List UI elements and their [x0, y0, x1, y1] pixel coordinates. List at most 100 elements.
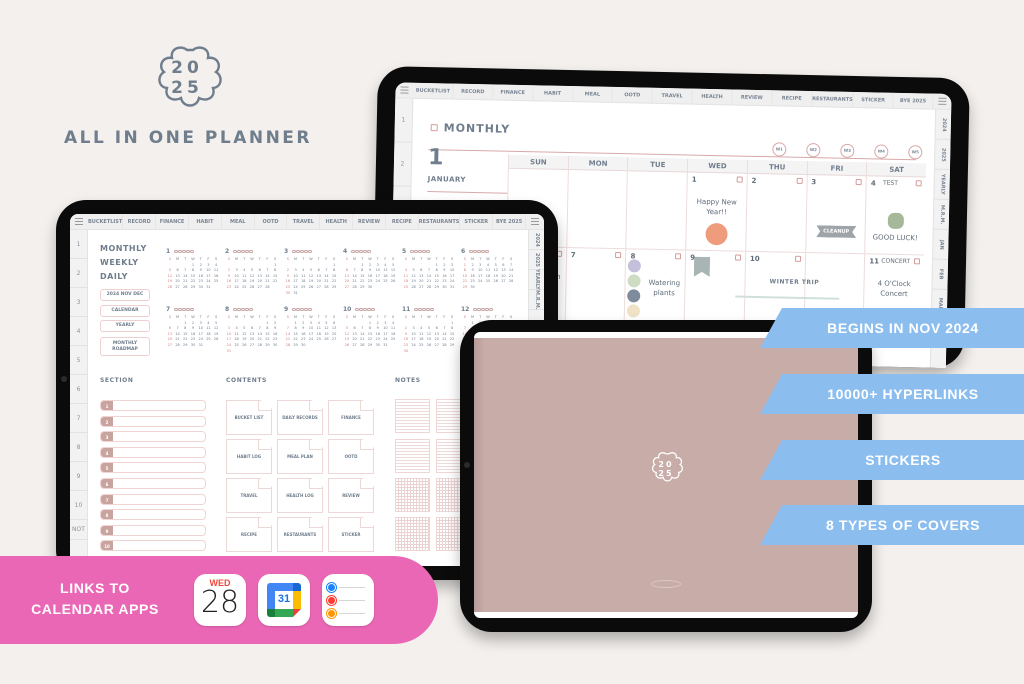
calendar-day-cell[interactable]: 8 Watering plants [624, 249, 686, 329]
week-dot[interactable] [410, 249, 414, 253]
week-dot[interactable] [304, 307, 308, 311]
week-dot[interactable] [485, 307, 489, 311]
note-template-grid[interactable] [395, 478, 430, 512]
side-item[interactable]: 7 [70, 404, 87, 433]
section-row[interactable]: 8 [100, 509, 206, 521]
mini-day[interactable]: 24 [410, 343, 418, 349]
mini-day[interactable]: 28 [358, 343, 366, 349]
mini-day[interactable]: 27 [174, 285, 182, 291]
week-dot[interactable] [308, 249, 312, 253]
content-card[interactable]: FINANCE [328, 400, 374, 435]
mini-day[interactable]: 29 [181, 343, 189, 349]
mini-day[interactable]: 30 [189, 343, 197, 349]
week-dot[interactable] [241, 249, 245, 253]
rail-item[interactable]: YEARLY [934, 169, 951, 201]
mini-day[interactable]: 31 [292, 291, 300, 297]
link-weekly[interactable]: WEEKLY [100, 256, 147, 270]
week-dot[interactable] [414, 307, 418, 311]
mini-day[interactable]: 26 [323, 337, 331, 343]
week-dot[interactable] [241, 307, 245, 311]
mini-day[interactable]: 30 [299, 343, 307, 349]
mini-day[interactable]: 27 [166, 343, 174, 349]
side-item[interactable]: 3 [70, 288, 87, 317]
section-row[interactable]: 10 [100, 540, 206, 552]
week-dot[interactable] [249, 249, 253, 253]
week-dot[interactable] [359, 307, 363, 311]
week-dot[interactable] [426, 249, 430, 253]
mini-month[interactable]: 8 S M T W T F S 1 2 3 4 5 6 7 8 9 10 11 12 13 14 15 16 17 18 19 20 2… [225, 306, 279, 354]
mini-day[interactable]: 30 [366, 285, 374, 291]
mini-day[interactable]: 29 [366, 343, 374, 349]
week-dot[interactable] [245, 307, 249, 311]
calendar-day-cell[interactable]: 1 Happy New Year!! [685, 172, 747, 252]
mini-day[interactable]: 25 [233, 343, 241, 349]
note-template-lined[interactable] [395, 399, 430, 433]
week-button[interactable]: W4 [874, 144, 889, 159]
week-button[interactable]: W5 [908, 145, 923, 160]
week-dot[interactable] [186, 249, 190, 253]
mini-day[interactable]: 27 [343, 285, 351, 291]
calendar-day-cell[interactable] [625, 171, 687, 251]
google-calendar-icon[interactable]: 31 [258, 574, 310, 626]
mini-day[interactable]: 29 [330, 285, 338, 291]
week-dot[interactable] [473, 307, 477, 311]
week-dot[interactable] [371, 307, 375, 311]
side-item[interactable]: 6 [70, 375, 87, 404]
mini-day[interactable]: 26 [240, 343, 248, 349]
mini-day[interactable]: 26 [307, 285, 315, 291]
content-card[interactable]: HEALTH LOG [277, 478, 323, 513]
rail-item[interactable]: JAN [933, 229, 950, 261]
week-dot[interactable] [237, 307, 241, 311]
button-calendar[interactable]: CALENDAR [100, 305, 150, 317]
tab[interactable]: HEALTH [692, 88, 733, 105]
week-dot[interactable] [186, 307, 190, 311]
week-dot[interactable] [300, 249, 304, 253]
section-row[interactable]: 4 [100, 446, 206, 458]
mini-day[interactable]: 25 [212, 279, 220, 285]
week-dot[interactable] [178, 249, 182, 253]
week-dot[interactable] [182, 249, 186, 253]
content-card[interactable]: STICKER [328, 517, 374, 552]
content-card[interactable]: REVIEW [328, 478, 374, 513]
week-dot[interactable] [430, 307, 434, 311]
note-template-grid-margin[interactable] [395, 517, 430, 551]
tab[interactable]: MEAL [572, 86, 613, 102]
week-dot[interactable] [363, 307, 367, 311]
note-template-cornell[interactable] [395, 439, 430, 473]
week-dot[interactable] [292, 307, 296, 311]
mini-day[interactable]: 30 [271, 343, 279, 349]
mini-day[interactable]: 27 [433, 343, 441, 349]
calendar-day-cell[interactable]: 4 TEST GOOD LUCK! [864, 176, 926, 256]
menu-icon[interactable] [395, 82, 413, 97]
mini-day[interactable]: 26 [166, 285, 174, 291]
mini-month[interactable]: 7 S M T W T F S 1 2 3 4 5 6 7 8 9 10 11 12 13 14 15 16 17 18 19 20 2… [166, 306, 220, 349]
tab[interactable]: STICKER [853, 91, 894, 108]
content-card[interactable]: MEAL PLAN [277, 439, 323, 474]
add-event-icon[interactable] [855, 179, 863, 186]
week-dot[interactable] [418, 249, 422, 253]
week-dot[interactable] [477, 249, 481, 253]
week-dot[interactable] [414, 249, 418, 253]
button-monthly-roadmap[interactable]: MONTHLY ROADMAP [100, 337, 150, 356]
mini-day[interactable]: 28 [256, 343, 264, 349]
mini-day[interactable]: 30 [402, 349, 410, 355]
mini-day[interactable]: 30 [441, 285, 449, 291]
mini-day[interactable]: 28 [425, 285, 433, 291]
mini-month[interactable]: 1 S M T W T F S 1 2 3 4 5 6 7 8 9 10 11 12 13 14 15 16 17 18 19 20 2… [166, 248, 220, 291]
week-dot[interactable] [182, 307, 186, 311]
apple-calendar-icon[interactable]: WED 28 [194, 574, 246, 626]
tab[interactable]: BUCKETLIST [88, 214, 124, 229]
content-card[interactable]: TRAVEL [226, 478, 272, 513]
week-dot[interactable] [190, 307, 194, 311]
mini-day[interactable]: 31 [225, 349, 233, 355]
mini-day[interactable]: 29 [358, 285, 366, 291]
mini-day[interactable]: 22 [271, 279, 279, 285]
week-dot[interactable] [292, 249, 296, 253]
menu-icon[interactable] [70, 214, 88, 229]
section-row[interactable]: 2 [100, 415, 206, 427]
week-dot[interactable] [296, 249, 300, 253]
mini-day[interactable]: 27 [330, 337, 338, 343]
mini-day[interactable]: 26 [389, 279, 397, 285]
mini-day[interactable]: 30 [469, 285, 477, 291]
content-card[interactable]: OOTD [328, 439, 374, 474]
